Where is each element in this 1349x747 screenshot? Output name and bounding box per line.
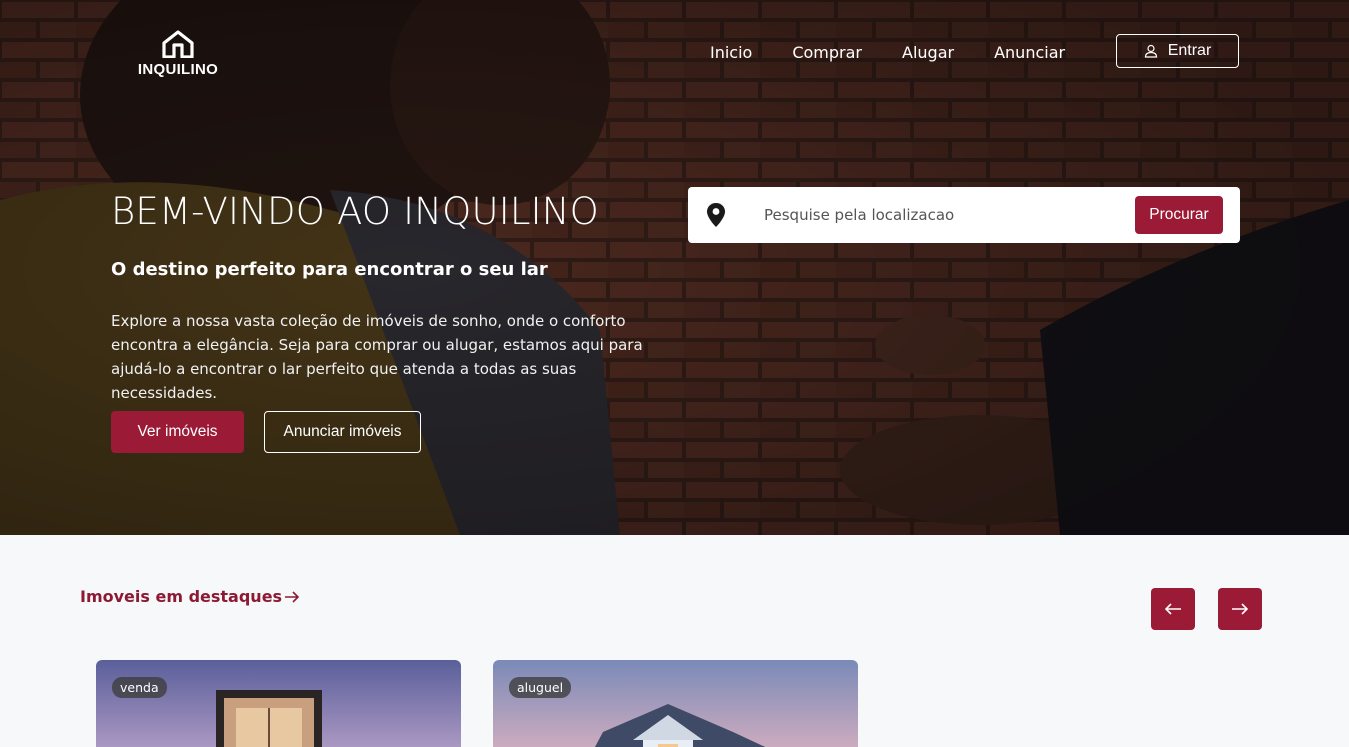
hero-section: INQUILINO Inicio Comprar Alugar Anunciar… — [0, 0, 1349, 535]
property-card[interactable]: aluguel — [493, 660, 858, 747]
main-nav: Inicio Comprar Alugar Anunciar — [710, 43, 1065, 62]
house-logo-icon — [162, 30, 194, 58]
login-button[interactable]: Entrar — [1116, 34, 1239, 68]
hero-subtitle: O destino perfeito para encontrar o seu … — [111, 259, 548, 280]
nav-link-comprar[interactable]: Comprar — [792, 43, 862, 62]
user-icon — [1144, 44, 1157, 58]
brand-name: INQUILINO — [137, 61, 219, 78]
nav-link-alugar[interactable]: Alugar — [902, 43, 954, 62]
arrow-right-icon — [1232, 603, 1249, 615]
location-search-box: Procurar — [688, 187, 1240, 243]
hero-title: BEM-VINDO AO INQUILINO — [111, 190, 599, 233]
view-properties-button[interactable]: Ver imóveis — [111, 411, 244, 453]
listing-type-badge: venda — [112, 677, 167, 698]
hero-description: Explore a nossa vasta coleção de imóveis… — [111, 312, 643, 402]
featured-section-title[interactable]: Imoveis em destaques — [80, 587, 300, 606]
brand-logo[interactable]: INQUILINO — [133, 30, 223, 84]
login-label: Entrar — [1167, 42, 1212, 59]
arrow-right-icon — [285, 590, 300, 603]
carousel-prev-button[interactable] — [1151, 588, 1195, 630]
nav-link-anunciar[interactable]: Anunciar — [994, 43, 1065, 62]
location-search-input[interactable] — [764, 201, 1124, 229]
featured-title-text: Imoveis em destaques — [80, 587, 283, 606]
property-image — [493, 660, 858, 747]
nav-link-inicio[interactable]: Inicio — [710, 43, 752, 62]
property-card[interactable]: venda — [96, 660, 461, 747]
listing-type-badge: aluguel — [509, 677, 572, 698]
search-button[interactable]: Procurar — [1135, 196, 1223, 234]
map-pin-icon — [707, 203, 725, 227]
property-image — [96, 660, 461, 747]
carousel-next-button[interactable] — [1218, 588, 1262, 630]
arrow-left-icon — [1164, 603, 1181, 615]
advertise-properties-button[interactable]: Anunciar imóveis — [264, 411, 421, 453]
